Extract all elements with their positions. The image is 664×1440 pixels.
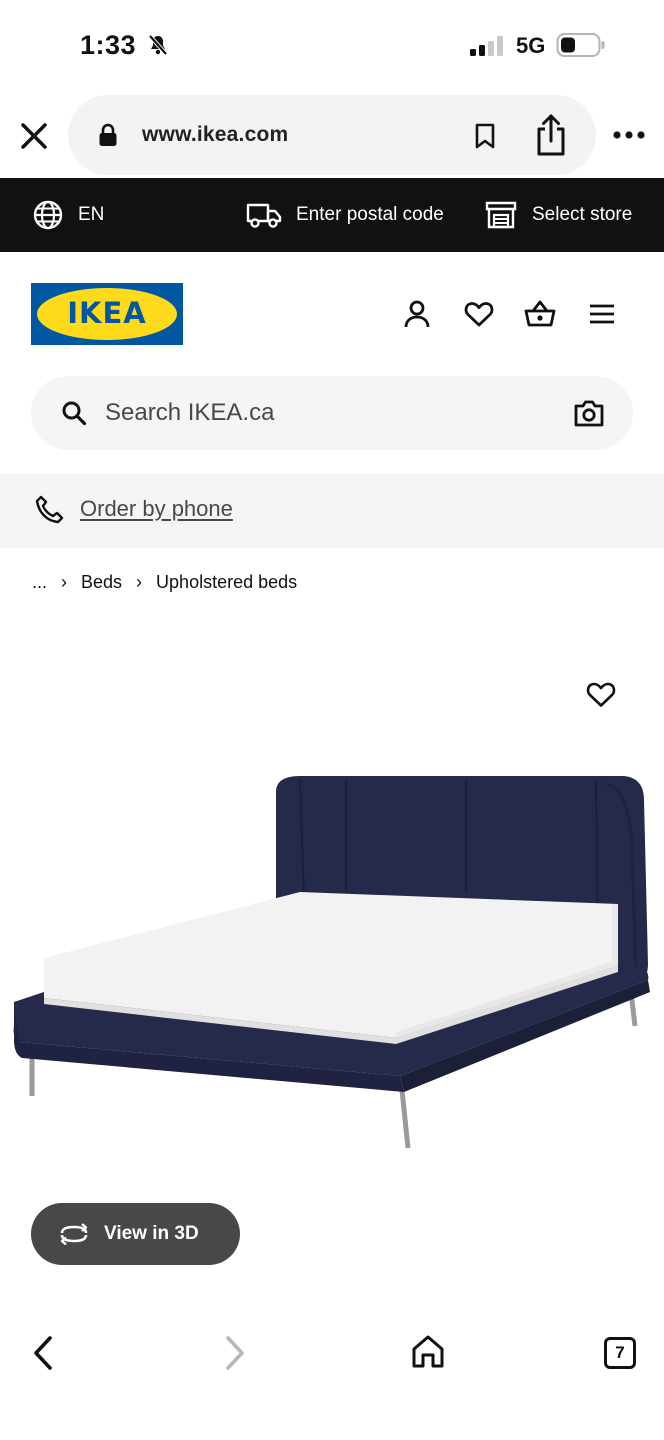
tab-count: 7: [615, 1343, 625, 1362]
home-icon[interactable]: [410, 1333, 446, 1369]
view-in-3d-label: View in 3D: [104, 1223, 199, 1244]
delivery-truck-icon: [246, 203, 282, 228]
logo-text: IKEA: [67, 296, 147, 330]
search-bar[interactable]: [31, 376, 633, 450]
browser-toolbar: www.ikea.com: [0, 92, 664, 178]
bell-slash-icon: [148, 34, 168, 56]
breadcrumb-item-beds[interactable]: Beds: [81, 572, 122, 593]
battery-icon: [556, 33, 605, 57]
address-bar[interactable]: www.ikea.com: [68, 95, 596, 175]
language-label: EN: [78, 204, 105, 225]
camera-search-icon[interactable]: [573, 398, 605, 428]
status-bar: 1:33 5G: [0, 0, 664, 92]
search-icon: [62, 401, 87, 426]
hamburger-menu-icon[interactable]: [586, 298, 618, 330]
share-icon[interactable]: [534, 113, 568, 157]
heart-icon[interactable]: [463, 298, 495, 330]
status-time: 1:33: [80, 30, 137, 60]
breadcrumb-ellipsis[interactable]: ...: [32, 572, 47, 593]
more-icon[interactable]: [612, 130, 646, 140]
tabs-button[interactable]: 7: [604, 1337, 636, 1369]
order-by-phone-link[interactable]: Order by phone: [80, 496, 233, 522]
view-in-3d-button[interactable]: View in 3D: [31, 1203, 240, 1265]
rotate-3d-icon: [60, 1223, 88, 1245]
product-image[interactable]: [0, 740, 664, 1180]
back-arrow-icon[interactable]: [30, 1334, 58, 1372]
chevron-right-icon: ›: [61, 571, 68, 592]
close-icon[interactable]: [18, 120, 50, 152]
url-text[interactable]: www.ikea.com: [142, 123, 288, 147]
select-store-label: Select store: [532, 204, 633, 225]
breadcrumb-item-upholstered-beds[interactable]: Upholstered beds: [156, 572, 297, 593]
search-input[interactable]: [105, 376, 545, 450]
phone-icon: [35, 495, 64, 524]
chevron-right-icon: ›: [136, 571, 143, 592]
postal-code-label: Enter postal code: [296, 204, 444, 225]
globe-icon: [33, 200, 63, 230]
language-selector[interactable]: EN: [32, 178, 104, 252]
basket-icon[interactable]: [524, 298, 556, 330]
breadcrumb: ... › Beds › Upholstered beds: [32, 568, 297, 596]
ikea-logo[interactable]: IKEA: [31, 283, 183, 345]
store-icon: [485, 201, 517, 229]
browser-bottom-toolbar: 7: [0, 1300, 664, 1440]
signal-icon: [470, 36, 503, 56]
utility-bar: EN Enter postal code Select store: [0, 178, 664, 252]
select-store-button[interactable]: Select store: [484, 178, 632, 252]
postal-code-button[interactable]: Enter postal code: [246, 178, 444, 252]
forward-arrow-icon[interactable]: [220, 1334, 248, 1372]
order-by-phone-strip: Order by phone: [0, 474, 664, 548]
account-icon[interactable]: [401, 298, 433, 330]
save-to-favorites-heart-icon[interactable]: [584, 678, 618, 710]
lock-icon: [99, 123, 117, 146]
site-header: IKEA: [0, 252, 664, 374]
bookmark-icon[interactable]: [474, 123, 496, 149]
network-label: 5G: [516, 33, 546, 58]
